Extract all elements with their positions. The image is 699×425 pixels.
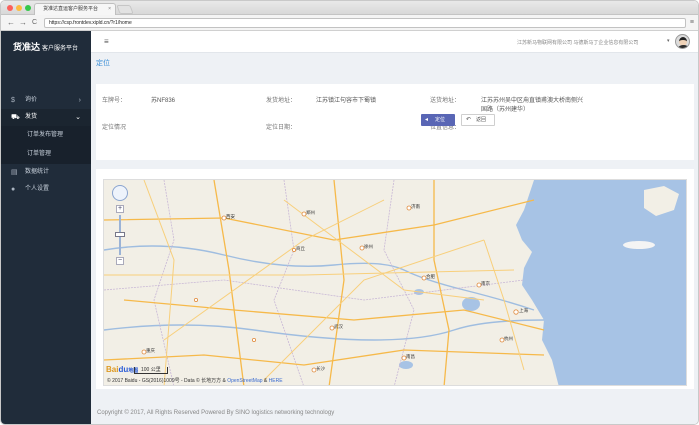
info-card: 车牌号： 苏NF836 发货地址： 江苏镇江句容市下蜀镇 送货地址： 江苏苏州吴… bbox=[96, 84, 694, 160]
browser-tab-title: 货准达直运客户服务平台 bbox=[43, 6, 99, 12]
sidebar-subitem-order-manage[interactable]: 订单管理 bbox=[1, 145, 91, 164]
locate-icon: ◂ bbox=[425, 117, 429, 123]
map-city-label: 合肥 bbox=[426, 274, 435, 279]
locate-button-label: 定位 bbox=[435, 117, 446, 123]
map-city-label: 西安 bbox=[226, 214, 235, 219]
map-copyright-text: © 2017 Baidu - GS(2016)1009号 - Data © 长地… bbox=[107, 378, 226, 384]
maximize-window-dot[interactable] bbox=[25, 5, 31, 11]
back-button-label: 返回 bbox=[476, 117, 487, 123]
back-arrow-icon[interactable]: ← bbox=[7, 18, 15, 27]
minimize-window-dot[interactable] bbox=[16, 5, 22, 11]
sidebar-item-label: 个人设置 bbox=[25, 186, 50, 192]
hamburger-menu-icon[interactable]: ≡ bbox=[104, 38, 109, 46]
map-city-label: 南京 bbox=[481, 281, 490, 286]
map-copyright-sep: & bbox=[263, 378, 268, 384]
osm-link[interactable]: OpenStreetMap bbox=[227, 378, 262, 384]
brand-name: 货准达 bbox=[13, 42, 41, 52]
chevron-down-icon: ⌄ bbox=[75, 114, 81, 121]
sidebar-item-label: 发货 bbox=[25, 114, 38, 120]
here-link[interactable]: HERE bbox=[269, 378, 283, 384]
map-city-label: 上海 bbox=[519, 308, 528, 313]
zoom-slider-handle[interactable] bbox=[115, 232, 125, 237]
browser-tab[interactable]: 货准达直运客户服务平台 × bbox=[34, 3, 116, 15]
new-tab-button[interactable] bbox=[116, 5, 134, 14]
browser-titlebar: 货准达直运客户服务平台 × bbox=[1, 1, 698, 15]
map-scale-bar: 100 公里 bbox=[134, 367, 168, 374]
address-bar[interactable]: https://csp.frontdev.xipld.cn/?r1/home bbox=[44, 18, 686, 28]
close-window-dot[interactable] bbox=[7, 5, 13, 11]
map-city-label: 长沙 bbox=[316, 366, 325, 371]
map-city-label: 武汉 bbox=[334, 324, 343, 329]
map-city-label: 杭州 bbox=[504, 336, 513, 341]
browser-window: 货准达直运客户服务平台 × ← → C https://csp.frontdev… bbox=[0, 0, 699, 425]
map-city-label: 徐州 bbox=[364, 244, 373, 249]
browser-menu-icon[interactable]: ≡ bbox=[690, 18, 694, 27]
baidu-logo-part: du bbox=[118, 365, 129, 374]
brand-subtitle: 客户服务平台 bbox=[42, 46, 79, 52]
origin-value: 江苏镇江句容市下蜀镇 bbox=[316, 98, 377, 104]
destination-value-line1: 江苏苏州吴中区甪直镇甫澳大桥南侧兴 bbox=[481, 98, 584, 104]
map-card: 西安 郑州 济南 徐州 合肥 南京 武汉 上海 杭州 长沙 南昌 重庆 商丘 + bbox=[96, 169, 694, 389]
map-pan-control[interactable] bbox=[112, 185, 128, 201]
sidebar-item-shipping[interactable]: ⛟ 发货 ⌄ bbox=[1, 109, 91, 126]
back-button[interactable]: ↶ 返回 bbox=[461, 114, 495, 126]
forward-arrow-icon[interactable]: → bbox=[19, 18, 27, 27]
date-label: 定位日期： bbox=[266, 125, 297, 131]
sidebar-item-label: 询价 bbox=[25, 97, 38, 103]
zoom-out-button[interactable]: − bbox=[116, 257, 124, 265]
locate-button[interactable]: ◂ 定位 bbox=[421, 114, 455, 126]
undo-icon: ↶ bbox=[466, 117, 472, 123]
top-header: ≡ 江苏新马物联网有限公司 马德斯马丁企业信息有限公司 ▾ bbox=[91, 31, 698, 53]
page-footer: Copyright © 2017, All Rights Reserved Po… bbox=[97, 410, 335, 416]
plate-label: 车牌号： bbox=[102, 98, 127, 104]
tab-close-icon[interactable]: × bbox=[108, 4, 111, 15]
map-city-label: 南昌 bbox=[406, 354, 415, 359]
reload-icon[interactable]: C bbox=[32, 18, 37, 27]
truck-icon: ⛟ bbox=[11, 114, 20, 121]
baidu-logo-part: Bai bbox=[106, 365, 119, 374]
map-city-label: 济南 bbox=[411, 204, 420, 209]
sidebar-subitem-order-publish[interactable]: 订单发布管理 bbox=[1, 126, 91, 145]
chevron-right-icon: › bbox=[78, 97, 81, 104]
avatar-body bbox=[677, 45, 689, 48]
sidebar-item-label: 数据统计 bbox=[25, 169, 50, 175]
plate-value: 苏NF836 bbox=[151, 98, 176, 104]
destination-value-line2: 国路（苏州建华） bbox=[481, 107, 530, 113]
map-city-label: 重庆 bbox=[146, 348, 155, 353]
baidu-map[interactable]: 西安 郑州 济南 徐州 合肥 南京 武汉 上海 杭州 长沙 南昌 重庆 商丘 + bbox=[103, 179, 687, 386]
sidebar-item-statistics[interactable]: ▤ 数据统计 bbox=[1, 164, 91, 181]
main-content: ≡ 江苏新马物联网有限公司 马德斯马丁企业信息有限公司 ▾ 定位 车牌号： 苏N… bbox=[91, 31, 698, 424]
sidebar-item-inquiry[interactable]: $ 询价 › bbox=[1, 92, 91, 109]
company-name[interactable]: 江苏新马物联网有限公司 马德斯马丁企业信息有限公司 bbox=[517, 39, 667, 46]
brand-logo[interactable]: 货准达 客户服务平台 bbox=[1, 31, 91, 58]
user-icon: ● bbox=[11, 186, 16, 193]
browser-toolbar: ← → C https://csp.frontdev.xipld.cn/?r1/… bbox=[1, 15, 698, 31]
map-city-label: 商丘 bbox=[296, 246, 305, 251]
sidebar-item-settings[interactable]: ● 个人设置 bbox=[1, 181, 91, 198]
dollar-icon: $ bbox=[11, 97, 15, 104]
map-copyright: © 2017 Baidu - GS(2016)1009号 - Data © 长地… bbox=[107, 377, 283, 384]
page-title: 定位 bbox=[96, 60, 110, 67]
caret-down-icon[interactable]: ▾ bbox=[667, 38, 670, 44]
status-label: 定位情况 bbox=[102, 125, 127, 131]
map-tiles bbox=[104, 180, 686, 385]
destination-label: 送货地址： bbox=[430, 98, 461, 104]
map-zoom-control: + − bbox=[112, 185, 128, 265]
avatar[interactable] bbox=[675, 34, 690, 49]
sidebar-menu: $ 询价 › ⛟ 发货 ⌄ 订单发布管理 订单管理 ▤ 数据统计 ● 个人设置 bbox=[1, 92, 91, 198]
origin-label: 发货地址： bbox=[266, 98, 297, 104]
chart-icon: ▤ bbox=[11, 169, 18, 176]
map-city-label: 郑州 bbox=[306, 210, 315, 215]
sidebar: 货准达 客户服务平台 $ 询价 › ⛟ 发货 ⌄ 订单发布管理 订单管理 ▤ 数据… bbox=[1, 31, 91, 424]
zoom-in-button[interactable]: + bbox=[116, 205, 124, 213]
shipping-submenu: 订单发布管理 订单管理 bbox=[1, 126, 91, 164]
